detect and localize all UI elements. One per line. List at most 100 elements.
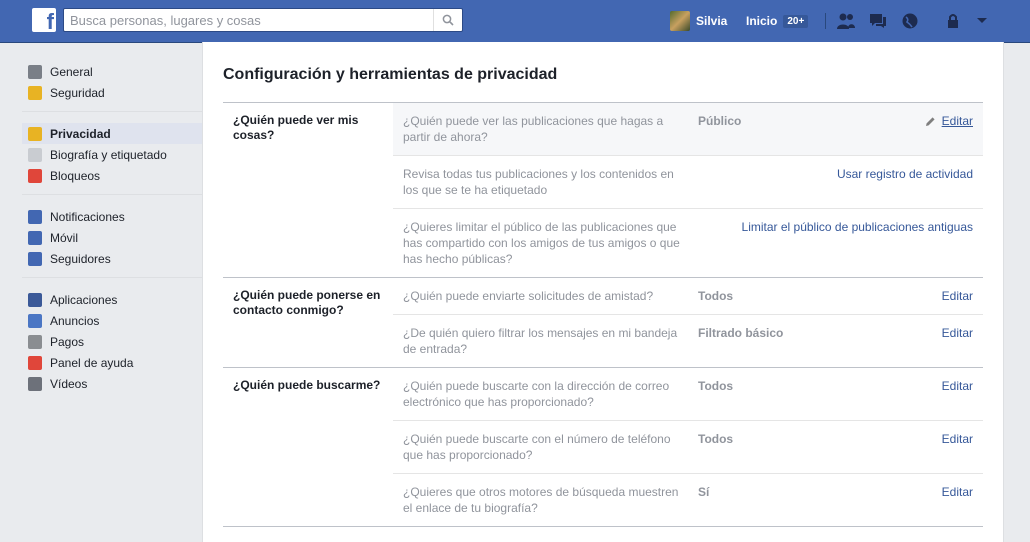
action-wrap: Editar [942, 378, 973, 394]
sidebar-item-seguidores[interactable]: Seguidores [22, 248, 202, 269]
setting-row[interactable]: ¿Quién puede buscarte con el número de t… [393, 421, 983, 474]
setting-action: Editar [808, 325, 973, 357]
setting-question: ¿Quién puede buscarte con el número de t… [403, 432, 671, 462]
action-wrap: Editar [942, 288, 973, 304]
apps-icon [28, 292, 42, 307]
settings-section: ¿Quién puede ponerse en contacto conmigo… [223, 278, 983, 368]
top-navbar: f Silvia Inicio 20+ [0, 0, 1030, 43]
setting-question: Revisa todas tus publicaciones y los con… [403, 167, 674, 197]
lock-icon [28, 126, 42, 141]
edit-link[interactable]: Editar [942, 431, 973, 447]
home-link[interactable]: Inicio 20+ [746, 9, 809, 33]
globe-notifications-icon[interactable] [900, 11, 920, 31]
setting-value: Filtrado básico [698, 326, 784, 340]
messages-icon[interactable] [868, 11, 888, 31]
sidebar-item-vídeos[interactable]: Vídeos [22, 373, 202, 394]
settings-section: ¿Quién puede ver mis cosas? ¿Quién puede … [223, 103, 983, 278]
setting-row[interactable]: ¿Quieres limitar el público de las publi… [393, 209, 983, 277]
edit-link[interactable]: Editar [942, 113, 973, 129]
setting-action: Usar registro de actividad [698, 166, 973, 198]
lifebuoy-icon [28, 355, 42, 370]
setting-row[interactable]: ¿De quién quiero filtrar los mensajes en… [393, 315, 983, 367]
action-wrap: Usar registro de actividad [837, 166, 973, 182]
setting-value: Todos [698, 289, 734, 303]
setting-value: Todos [698, 432, 734, 446]
settings-sidebar: General Seguridad Privacidad Biografía y et… [22, 58, 202, 410]
avatar [670, 11, 690, 31]
facebook-logo[interactable]: f [32, 8, 56, 32]
sidebar-item-label: Pagos [50, 334, 85, 349]
sidebar-item-pagos[interactable]: Pagos [22, 331, 202, 352]
sidebar-item-label: Seguidores [50, 251, 111, 266]
chevron-down-icon[interactable] [972, 11, 992, 31]
page-title: Configuración y herramientas de privacid… [223, 66, 558, 83]
section-rows: ¿Quién puede ver las publicaciones que h… [393, 103, 983, 277]
action-wrap: Editar [942, 325, 973, 341]
search-box [63, 8, 463, 32]
setting-action: Editar [808, 113, 973, 145]
sidebar-item-anuncios[interactable]: Anuncios [22, 310, 202, 331]
sidebar-item-label: Vídeos [50, 376, 88, 391]
notification-badge: 20+ [783, 14, 809, 28]
setting-action: Editar [808, 378, 973, 410]
sidebar-item-móvil[interactable]: Móvil [22, 227, 202, 248]
sidebar-item-general[interactable]: General [22, 61, 202, 82]
sidebar-item-label: Seguridad [50, 85, 105, 100]
profile-link[interactable]: Silvia [670, 9, 727, 33]
sidebar-item-label: Bloqueos [50, 168, 101, 183]
globe-icon [28, 209, 42, 224]
setting-row[interactable]: ¿Quieres que otros motores de búsqueda m… [393, 474, 983, 526]
sidebar-item-label: Privacidad [50, 126, 111, 141]
mobile-icon [28, 230, 42, 245]
action-link[interactable]: Limitar el público de publicaciones anti… [742, 219, 973, 235]
edit-link[interactable]: Editar [942, 378, 973, 394]
topbar-divider [825, 13, 826, 29]
edit-link[interactable]: Editar [942, 288, 973, 304]
setting-action: Limitar el público de publicaciones anti… [698, 219, 973, 267]
sidebar-item-bloqueos[interactable]: Bloqueos [22, 165, 202, 186]
setting-value: Público [698, 114, 742, 128]
setting-question: ¿Quieres que otros motores de búsqueda m… [403, 485, 679, 515]
setting-value: Todos [698, 379, 734, 393]
sidebar-item-notificaciones[interactable]: Notificaciones [22, 206, 202, 227]
video-icon [28, 376, 42, 391]
search-input[interactable] [64, 9, 446, 31]
sidebar-item-seguridad[interactable]: Seguridad [22, 82, 202, 103]
setting-action: Editar [808, 288, 973, 304]
home-label: Inicio [746, 14, 778, 28]
setting-row[interactable]: ¿Quién puede ver las publicaciones que h… [393, 103, 983, 156]
sidebar-group: Notificaciones Móvil Seguidores [22, 203, 202, 278]
sidebar-item-label: Notificaciones [50, 209, 125, 224]
edit-link[interactable]: Editar [942, 325, 973, 341]
action-wrap: Limitar el público de publicaciones anti… [742, 219, 973, 235]
sidebar-item-aplicaciones[interactable]: Aplicaciones [22, 289, 202, 310]
section-label: ¿Quién puede buscarme? [233, 378, 381, 392]
search-button[interactable] [433, 9, 462, 31]
gear-icon [28, 64, 42, 79]
setting-row[interactable]: ¿Quién puede buscarte con la dirección d… [393, 368, 983, 421]
friend-requests-icon[interactable] [836, 11, 856, 31]
section-rows: ¿Quién puede buscarte con la dirección d… [393, 368, 983, 526]
shield-icon [28, 85, 42, 100]
profile-name: Silvia [696, 14, 728, 28]
block-icon [28, 168, 42, 183]
sidebar-item-privacidad[interactable]: Privacidad [22, 123, 202, 144]
pencil-icon [925, 116, 935, 126]
sidebar-item-biografía-y-etiquetado[interactable]: Biografía y etiquetado [22, 144, 202, 165]
sidebar-item-panel-de-ayuda[interactable]: Panel de ayuda [22, 352, 202, 373]
search-icon [442, 14, 454, 26]
sidebar-item-label: General [50, 64, 93, 79]
privacy-settings-table: ¿Quién puede ver mis cosas? ¿Quién puede … [223, 102, 983, 527]
lock-shortcut-icon[interactable] [944, 11, 964, 31]
settings-panel: Configuración y herramientas de privacid… [202, 42, 1004, 542]
section-rows: ¿Quién puede enviarte solicitudes de ami… [393, 278, 983, 367]
action-link[interactable]: Usar registro de actividad [837, 166, 973, 182]
settings-section: ¿Quién puede buscarme? ¿Quién puede busca… [223, 368, 983, 527]
setting-question: ¿De quién quiero filtrar los mensajes en… [403, 326, 678, 356]
sidebar-group: Aplicaciones Anuncios Pagos Panel de ayuda V… [22, 286, 202, 402]
setting-row[interactable]: Revisa todas tus publicaciones y los con… [393, 156, 983, 209]
action-wrap: Editar [942, 431, 973, 447]
setting-row[interactable]: ¿Quién puede enviarte solicitudes de ami… [393, 278, 983, 315]
edit-link[interactable]: Editar [942, 484, 973, 500]
setting-question: ¿Quieres limitar el público de las publi… [403, 220, 680, 266]
